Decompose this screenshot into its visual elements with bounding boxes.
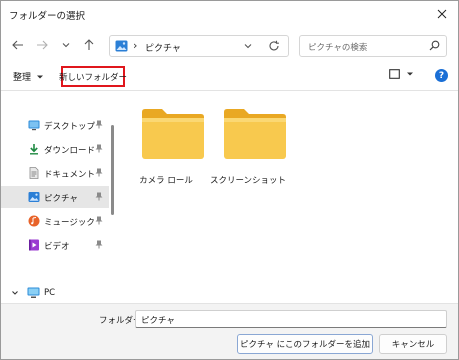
sidebar-item-videos[interactable]: ビデオ <box>1 234 109 256</box>
pin-icon[interactable] <box>95 240 103 252</box>
new-folder-button[interactable]: 新しいフォルダー <box>59 66 127 87</box>
video-icon <box>28 239 40 251</box>
organize-label: 整理 <box>13 73 32 83</box>
chevron-down-icon[interactable] <box>243 41 253 54</box>
refresh-icon[interactable] <box>268 40 280 55</box>
close-icon[interactable] <box>432 4 452 24</box>
folder-item[interactable]: カメラ ロール <box>126 100 206 190</box>
picture-icon <box>28 191 40 203</box>
navigation-pane-scrollbar[interactable] <box>111 125 114 215</box>
sidebar-item-downloads[interactable]: ダウンロード <box>1 138 109 160</box>
sidebar-item-label: ピクチャ <box>44 194 78 204</box>
sidebar-item-label: ダウンロード <box>44 146 96 156</box>
sidebar-item-documents[interactable]: ドキュメント <box>1 162 109 184</box>
pc-icon <box>27 287 40 302</box>
organize-button[interactable]: 整理 <box>13 70 44 83</box>
up-arrow-icon[interactable] <box>81 37 97 53</box>
desktop-icon <box>28 119 40 131</box>
organize-dropdown-icon <box>37 75 44 78</box>
pin-icon[interactable] <box>95 168 103 180</box>
sidebar-item-label: ミュージック <box>44 218 95 228</box>
sidebar-item-pictures[interactable]: ピクチャ <box>1 186 109 208</box>
folder-name-field[interactable]: ピクチャ <box>135 310 447 328</box>
sidebar-item-pc[interactable]: PC <box>1 282 109 302</box>
help-icon[interactable]: ? <box>435 69 448 82</box>
sidebar-item-label: ドキュメント <box>44 170 96 180</box>
sidebar-item-label: PC <box>44 288 56 298</box>
folder-name: スクリーンショット <box>209 176 287 186</box>
navigation-bar: › ピクチャ ピクチャの検索 <box>1 27 458 61</box>
command-bar: 整理 新しいフォルダー ? <box>1 61 458 91</box>
title-bar: フォルダーの選択 <box>1 1 458 27</box>
dialog-footer: フォルダー: ピクチャ ピクチャ にこのフォルダーを追加 キャンセル <box>1 303 458 359</box>
back-arrow-icon[interactable] <box>10 37 26 53</box>
search-placeholder: ピクチャの検索 <box>308 43 368 53</box>
pin-icon[interactable] <box>95 216 103 228</box>
forward-arrow-icon[interactable] <box>34 37 50 53</box>
recent-locations-chevron-icon[interactable] <box>58 37 74 53</box>
music-icon <box>28 215 40 227</box>
view-icon <box>389 69 400 79</box>
sidebar-item-label: ビデオ <box>44 242 70 252</box>
address-bar[interactable]: › ピクチャ <box>109 35 289 57</box>
folder-icon <box>140 108 206 163</box>
search-icon[interactable] <box>429 40 440 54</box>
pin-icon[interactable] <box>95 144 103 156</box>
folder-icon <box>222 108 288 163</box>
breadcrumb-location[interactable]: ピクチャ <box>145 41 181 54</box>
folder-view: カメラ ロール スクリーンショット <box>121 92 458 302</box>
select-folder-button[interactable]: ピクチャ にこのフォルダーを追加 <box>237 334 373 354</box>
window-title: フォルダーの選択 <box>9 11 86 22</box>
sidebar-item-desktop[interactable]: デスクトップ <box>1 114 109 136</box>
sidebar-item-music[interactable]: ミュージック <box>1 210 109 232</box>
navigation-pane: デスクトップ ダウンロード ドキュメント ピクチャ ミュージック ビデオ PC <box>1 92 119 302</box>
search-box[interactable]: ピクチャの検索 <box>299 35 447 57</box>
folder-picker-dialog: フォルダーの選択 › ピクチャ ピクチャの検索 整理 新しいフォルダー ? デス… <box>0 0 459 360</box>
view-options-button[interactable] <box>389 69 414 79</box>
picture-icon <box>115 40 128 55</box>
document-icon <box>28 167 40 179</box>
breadcrumb-separator: › <box>133 39 138 52</box>
view-dropdown-icon <box>407 72 413 76</box>
chevron-down-icon[interactable] <box>11 289 19 300</box>
cancel-button[interactable]: キャンセル <box>379 334 447 354</box>
download-icon <box>28 143 40 155</box>
pin-icon[interactable] <box>95 192 103 204</box>
sidebar-item-label: デスクトップ <box>44 122 96 132</box>
pin-icon[interactable] <box>95 120 103 132</box>
folder-item[interactable]: スクリーンショット <box>208 100 288 190</box>
folder-name: カメラ ロール <box>139 176 193 186</box>
